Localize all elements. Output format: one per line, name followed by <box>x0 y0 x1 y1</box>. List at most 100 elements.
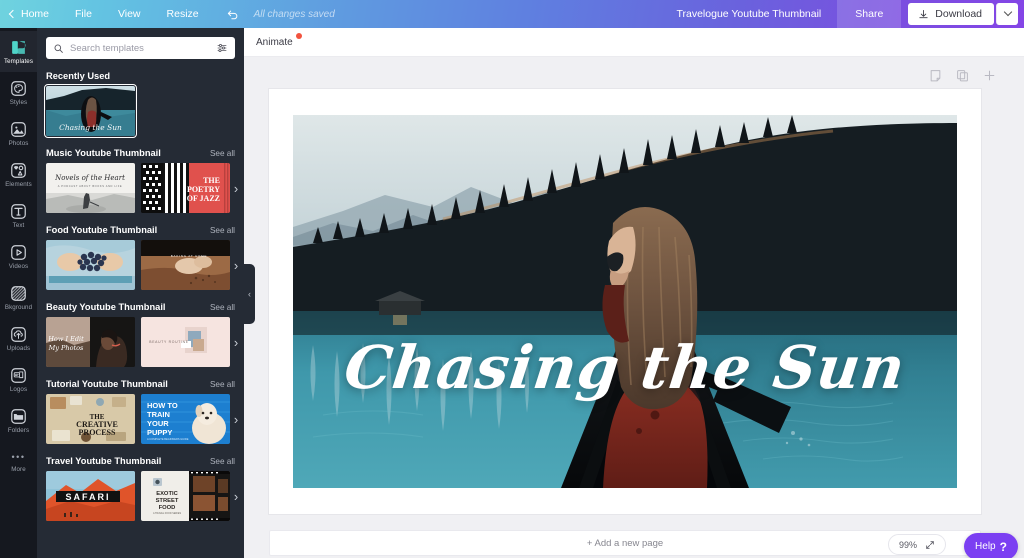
menu-resize[interactable]: Resize <box>154 0 212 28</box>
artboard[interactable]: Chasing the Sun <box>293 115 957 488</box>
see-all-link[interactable]: See all <box>210 303 235 312</box>
magnifier-icon <box>54 44 63 53</box>
expand-arrows-icon[interactable] <box>925 540 935 550</box>
template-thumb-image: THE POETRY OF JAZZ <box>141 163 230 213</box>
next-templates-button[interactable]: › <box>228 334 244 350</box>
plus-icon[interactable] <box>983 69 996 82</box>
sidebar-item-folders[interactable]: Folders <box>0 400 37 441</box>
sidebar-item-elements[interactable]: Elements <box>0 154 37 195</box>
new-feature-badge <box>295 32 302 39</box>
sidebar-item-videos[interactable]: Videos <box>0 236 37 277</box>
section-title: Travel Youtube Thumbnail <box>46 456 162 466</box>
chevron-right-icon: › <box>233 257 239 273</box>
chevron-right-icon: › <box>233 180 239 196</box>
search-box[interactable] <box>46 37 235 59</box>
download-options-button[interactable] <box>996 3 1018 25</box>
template-thumb-image: BAKING AT HOME <box>141 240 230 290</box>
sidebar-label-templates: Templates <box>3 57 34 65</box>
artboard-title-text[interactable]: Chasing the Sun <box>293 333 957 402</box>
template-row: Novels of the Heart A PODCAST ABOUT BOOK… <box>46 163 238 213</box>
animate-toolbar: Animate <box>244 28 1024 57</box>
see-all-link[interactable]: See all <box>210 380 235 389</box>
sidebar-item-text[interactable]: Text <box>0 195 37 236</box>
svg-text:SAFARI: SAFARI <box>65 492 110 502</box>
template-the-poetry-of-jazz[interactable]: THE POETRY OF JAZZ <box>141 163 230 213</box>
sidebar-label-photos: Photos <box>8 139 29 147</box>
share-button[interactable]: Share <box>837 0 902 28</box>
template-the-creative-process[interactable]: THE CREATIVE PROCESS <box>46 394 135 444</box>
top-toolbar-right: Travelogue Youtube Thumbnail Share Downl… <box>660 0 1024 28</box>
template-row: THE CREATIVE PROCESS HOW TO TRAIN YOUR P… <box>46 394 238 444</box>
download-button[interactable]: Download <box>908 3 994 25</box>
zoom-control[interactable]: 99% <box>887 534 946 555</box>
template-how-i-edit-my-photos[interactable]: How I Edit My Photos <box>46 317 135 367</box>
see-all-link[interactable]: See all <box>210 457 235 466</box>
section-title: Beauty Youtube Thumbnail <box>46 302 166 312</box>
next-templates-button[interactable]: › <box>228 488 244 504</box>
template-baking-hands[interactable]: BAKING AT HOME <box>141 240 230 290</box>
sidebar-item-uploads[interactable]: Uploads <box>0 318 37 359</box>
section-title: Music Youtube Thumbnail <box>46 148 161 158</box>
template-thumb-image: How I Edit My Photos <box>46 317 135 367</box>
sidebar-label-bkground: Bkground <box>4 303 33 311</box>
page-tools <box>929 69 996 82</box>
next-templates-button[interactable]: › <box>228 180 244 196</box>
logos-icon <box>11 367 26 383</box>
see-all-link[interactable]: See all <box>210 226 235 235</box>
section-tutorial-youtube-thumbnail: Tutorial Youtube Thumbnail See all THE C… <box>37 379 244 444</box>
svg-text:FOOD: FOOD <box>159 505 176 511</box>
sidebar-item-templates[interactable]: Templates <box>0 31 37 72</box>
template-novels-of-the-heart[interactable]: Novels of the Heart A PODCAST ABOUT BOOK… <box>46 163 135 213</box>
template-beauty-minimal[interactable]: BEAUTY ROUTINE <box>141 317 230 367</box>
document-title[interactable]: Travelogue Youtube Thumbnail <box>660 8 837 20</box>
sidebar-item-photos[interactable]: Photos <box>0 113 37 154</box>
sidebar-item-styles[interactable]: Styles <box>0 72 37 113</box>
chevron-right-icon: › <box>233 334 239 350</box>
see-all-link[interactable]: See all <box>210 149 235 158</box>
section-header: Music Youtube Thumbnail See all <box>46 148 235 158</box>
menu-file[interactable]: File <box>62 0 105 28</box>
collapse-panel-button[interactable]: ‹ <box>244 264 255 324</box>
next-templates-button[interactable]: › <box>228 257 244 273</box>
next-templates-button[interactable]: › <box>228 411 244 427</box>
template-blueberries[interactable] <box>46 240 135 290</box>
upload-cloud-icon <box>11 326 26 342</box>
home-button[interactable]: Home <box>0 0 62 28</box>
download-label: Download <box>935 8 982 20</box>
template-exotic-street-food[interactable]: EXOTIC STREET FOOD A TRAVEL FOOD SERIES <box>141 471 230 521</box>
svg-text:EXOTIC: EXOTIC <box>156 491 178 497</box>
chevron-right-icon: › <box>233 411 239 427</box>
svg-text:BEAUTY ROUTINE: BEAUTY ROUTINE <box>149 340 189 344</box>
template-how-to-train-your-puppy[interactable]: HOW TO TRAIN YOUR PUPPY A COMPLETE BEGIN… <box>141 394 230 444</box>
search-input[interactable] <box>70 42 210 54</box>
bottom-bar: + Add a new page 99% Help ? <box>244 530 1024 558</box>
svg-text:YOUR: YOUR <box>147 419 169 428</box>
sidebar-label-styles: Styles <box>9 98 28 106</box>
top-toolbar: Home File View Resize All changes saved … <box>0 0 1024 28</box>
share-label: Share <box>855 8 884 20</box>
undo-button[interactable] <box>212 7 250 21</box>
sidebar-item-more[interactable]: ••• More <box>0 441 37 482</box>
duplicate-page-icon[interactable] <box>956 69 969 82</box>
page-card[interactable]: Chasing the Sun <box>269 89 981 514</box>
svg-text:How I Edit: How I Edit <box>47 335 84 343</box>
top-toolbar-left: Home File View Resize All changes saved <box>0 0 335 28</box>
menu-view[interactable]: View <box>105 0 154 28</box>
sidebar-item-logos[interactable]: Logos <box>0 359 37 400</box>
svg-text:Chasing the Sun: Chasing the Sun <box>59 123 122 132</box>
animate-button[interactable]: Animate <box>254 32 302 51</box>
sidebar-item-bkground[interactable]: Bkground <box>0 277 37 318</box>
notes-page-icon[interactable] <box>929 69 942 82</box>
svg-text:PROCESS: PROCESS <box>79 428 116 437</box>
video-play-icon <box>11 244 26 260</box>
section-food-youtube-thumbnail: Food Youtube Thumbnail See all BAKING AT… <box>37 225 244 290</box>
zoom-level-label: 99% <box>898 539 917 550</box>
template-chasing-the-sun[interactable]: Chasing the Sun <box>44 84 137 138</box>
artboard-photo <box>293 115 957 488</box>
template-row: SAFARI EXOTIC STREET FOOD A TRAVEL FOOD … <box>46 471 238 521</box>
svg-text:STREET: STREET <box>156 498 179 504</box>
add-new-page-button[interactable]: + Add a new page <box>269 530 981 556</box>
filter-sliders-icon[interactable] <box>216 42 228 54</box>
help-button[interactable]: Help ? <box>964 533 1018 558</box>
template-safari[interactable]: SAFARI <box>46 471 135 521</box>
